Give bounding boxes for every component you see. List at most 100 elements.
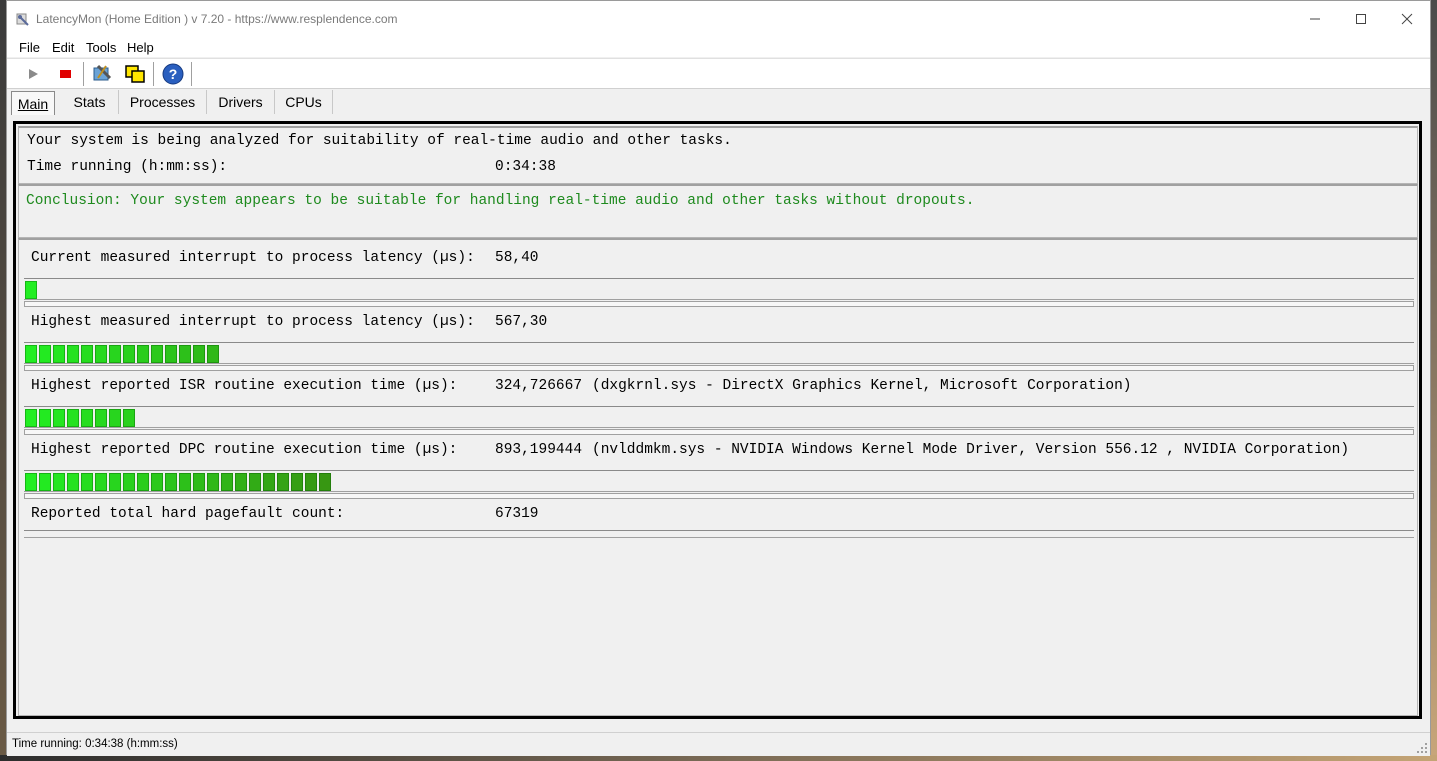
minimize-button[interactable] — [1292, 1, 1338, 37]
latency-bar — [24, 278, 1414, 307]
bar-segment — [25, 473, 37, 491]
bar-segment — [25, 345, 37, 363]
close-button[interactable] — [1384, 1, 1430, 37]
dpc-bar — [24, 470, 1414, 499]
bar-segment — [95, 345, 107, 363]
bar-segment — [249, 473, 261, 491]
help-icon[interactable]: ? — [161, 63, 185, 85]
bar-segment — [263, 473, 275, 491]
bar-segment — [221, 473, 233, 491]
conclusion-section: Conclusion: Your system appears to be su… — [18, 184, 1418, 238]
bar-segment — [67, 345, 79, 363]
metric-label: Reported total hard pagefault count: — [31, 506, 345, 522]
menu-tools[interactable]: Tools — [86, 40, 116, 55]
toolbar-separator — [83, 62, 84, 86]
menu-bar: File Edit Tools Help — [7, 37, 1430, 57]
bar-segment — [179, 473, 191, 491]
window-title: LatencyMon (Home Edition ) v 7.20 - http… — [36, 12, 398, 26]
bar-segment — [109, 345, 121, 363]
metric-detail: (nvlddmkm.sys - NVIDIA Windows Kernel Mo… — [592, 442, 1350, 458]
bar-segment — [25, 409, 37, 427]
bar-lower-track — [24, 301, 1414, 307]
metric-value: 67319 — [495, 506, 539, 522]
bar-segment — [291, 473, 303, 491]
tab-drivers-label: Drivers — [218, 94, 263, 110]
bar-segment — [193, 345, 205, 363]
metric-value: 58,40 — [495, 250, 539, 266]
bar-segment — [67, 473, 79, 491]
toolbar-separator — [191, 62, 192, 86]
bar-segment — [81, 473, 93, 491]
bar-segment — [207, 345, 219, 363]
latency-bar — [24, 342, 1414, 371]
bar-segment — [165, 473, 177, 491]
bar-segment — [165, 345, 177, 363]
bar-segment — [235, 473, 247, 491]
menu-edit[interactable]: Edit — [52, 40, 74, 55]
time-running-label: Time running (h:mm:ss): — [27, 159, 228, 175]
tab-main[interactable]: Main — [11, 91, 55, 115]
bar-segment — [95, 409, 107, 427]
isr-bar — [24, 406, 1414, 435]
metric-detail: (dxgkrnl.sys - DirectX Graphics Kernel, … — [592, 378, 1132, 394]
bar-segment — [193, 473, 205, 491]
bar-segment — [81, 345, 93, 363]
bar-segment — [277, 473, 289, 491]
bar-fill — [25, 473, 333, 491]
bar-lower-track — [24, 365, 1414, 371]
bar-segment — [137, 345, 149, 363]
title-bar[interactable]: LatencyMon (Home Edition ) v 7.20 - http… — [7, 1, 1430, 37]
maximize-button[interactable] — [1338, 1, 1384, 37]
bar-segment — [53, 345, 65, 363]
bar-segment — [109, 409, 121, 427]
status-section: Your system is being analyzed for suitab… — [18, 126, 1418, 184]
tab-stats[interactable]: Stats — [61, 90, 119, 114]
tab-processes[interactable]: Processes — [119, 90, 207, 114]
toolbar: ? — [7, 58, 1430, 89]
menu-help[interactable]: Help — [127, 40, 154, 55]
bar-segment — [25, 281, 37, 299]
status-bar: Time running: 0:34:38 (h:mm:ss) — [7, 732, 1430, 756]
tab-cpus[interactable]: CPUs — [275, 90, 333, 114]
analysis-status-text: Your system is being analyzed for suitab… — [27, 133, 732, 149]
app-icon — [16, 12, 30, 26]
bar-lower-track — [24, 429, 1414, 435]
metric-value: 567,30 — [495, 314, 548, 330]
bar-segment — [39, 473, 51, 491]
menu-file[interactable]: File — [19, 40, 40, 55]
bar-segment — [39, 409, 51, 427]
bar-fill — [25, 345, 221, 363]
pagefault-bar — [24, 530, 1414, 538]
toolbar-separator — [153, 62, 154, 86]
status-bar-text: Time running: 0:34:38 (h:mm:ss) — [12, 738, 178, 750]
stop-icon[interactable] — [53, 63, 77, 85]
tab-processes-label: Processes — [129, 94, 196, 110]
copy-windows-icon[interactable] — [123, 63, 147, 85]
metric-label: Highest reported DPC routine execution t… — [31, 442, 458, 458]
bar-segment — [39, 345, 51, 363]
bar-segment — [137, 473, 149, 491]
tab-cpus-label: CPUs — [285, 94, 322, 110]
bar-segment — [179, 345, 191, 363]
metric-label: Highest measured interrupt to process la… — [31, 314, 475, 330]
metrics-section: Current measured interrupt to process la… — [18, 238, 1418, 716]
time-running-value: 0:34:38 — [495, 159, 556, 175]
bar-segment — [53, 473, 65, 491]
main-panel: Your system is being analyzed for suitab… — [13, 121, 1422, 719]
resize-grip-icon[interactable] — [1417, 743, 1427, 753]
bar-segment — [151, 473, 163, 491]
metric-label: Current measured interrupt to process la… — [31, 250, 475, 266]
metric-value: 893,199444 — [495, 442, 583, 458]
tab-main-label: Main — [17, 95, 49, 112]
app-window: LatencyMon (Home Edition ) v 7.20 - http… — [6, 0, 1431, 756]
svg-text:?: ? — [169, 66, 178, 82]
metric-label: Highest reported ISR routine execution t… — [31, 378, 458, 394]
bar-segment — [95, 473, 107, 491]
tools-icon[interactable] — [91, 63, 115, 85]
tab-drivers[interactable]: Drivers — [207, 90, 275, 114]
bar-fill — [25, 409, 137, 427]
bar-segment — [109, 473, 121, 491]
bar-segment — [53, 409, 65, 427]
tab-strip: Main Stats Processes Drivers CPUs — [7, 89, 1430, 116]
play-icon[interactable] — [21, 63, 45, 85]
